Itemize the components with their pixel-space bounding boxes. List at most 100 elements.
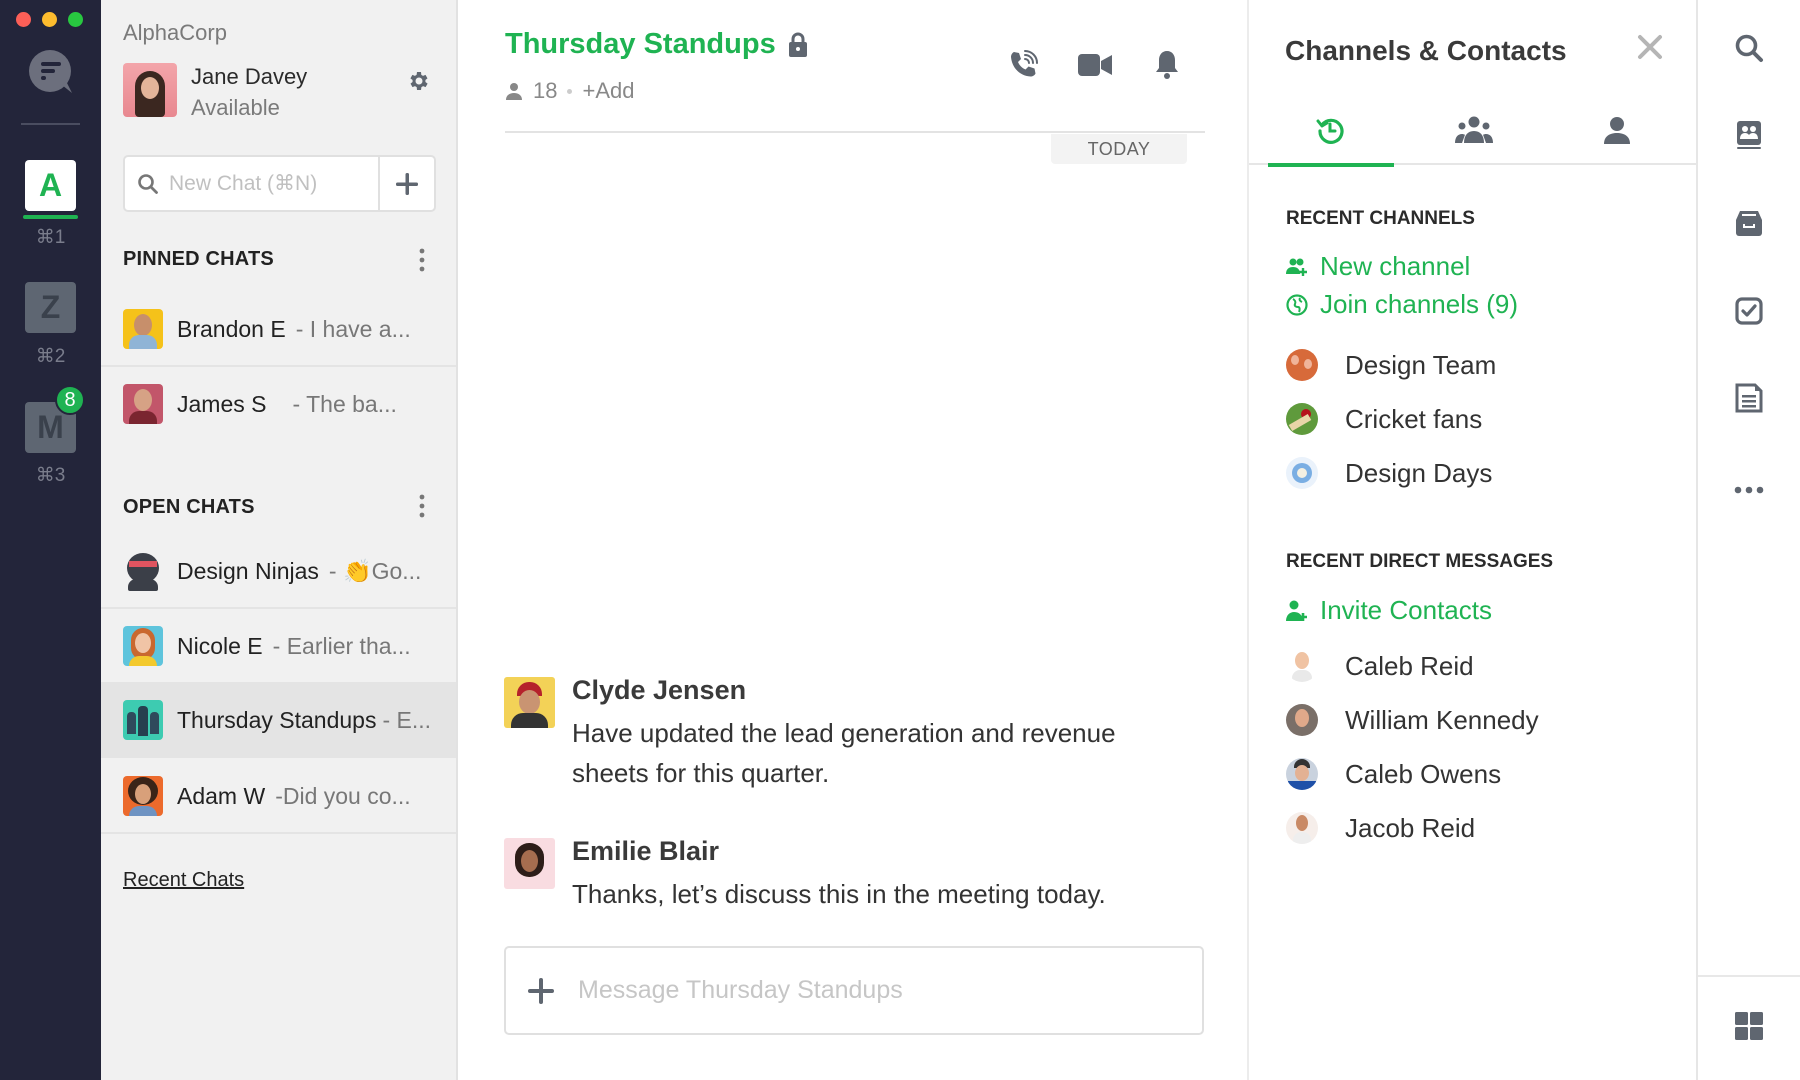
chat-preview: - E...	[382, 706, 432, 733]
app-logo-icon[interactable]	[28, 49, 74, 95]
pinned-chat-brandon[interactable]: Brandon E - I have a...	[101, 293, 456, 367]
workspace-a-shortcut: ⌘1	[35, 227, 66, 248]
contact-item[interactable]: Caleb Reid	[1286, 650, 1474, 682]
checkbox-tasks-icon	[1735, 297, 1763, 325]
chat-preview: - Earlier tha...	[272, 632, 411, 659]
tab-groups[interactable]	[1411, 95, 1537, 165]
open-chat-adam[interactable]: Adam W -Did you co...	[101, 760, 456, 834]
tab-contacts[interactable]	[1554, 95, 1680, 165]
message-composer	[504, 946, 1204, 1035]
member-count[interactable]: 18	[533, 78, 557, 104]
bell-icon	[1156, 51, 1178, 79]
tasks-button[interactable]	[1731, 293, 1767, 329]
recent-chats-link[interactable]: Recent Chats	[123, 869, 244, 892]
org-name: AlphaCorp	[123, 20, 227, 45]
add-members-button[interactable]: +Add	[582, 78, 634, 104]
add-group-icon	[1286, 258, 1307, 276]
pinned-chat-james[interactable]: James S - The ba...	[101, 367, 456, 441]
search-icon	[138, 173, 158, 194]
minimize-window-button[interactable]	[42, 12, 57, 27]
user-avatar[interactable]	[123, 63, 177, 117]
tab-recent[interactable]	[1268, 95, 1394, 167]
workspace-rail: A ⌘1 Z ⌘2 M 8 ⌘3	[0, 0, 101, 1080]
close-window-button[interactable]	[16, 12, 31, 27]
chat-name: Nicole E	[177, 632, 263, 659]
more-apps-button[interactable]	[1731, 472, 1767, 508]
recent-channel-item[interactable]: Design Team	[1286, 349, 1496, 381]
contact-name: Jacob Reid	[1345, 812, 1476, 843]
new-chat-field[interactable]	[125, 157, 380, 210]
app-grid-button[interactable]	[1731, 1008, 1767, 1044]
chat-preview: - I have a...	[295, 315, 411, 342]
search-icon	[1735, 34, 1763, 62]
workspace-m-shortcut: ⌘3	[35, 465, 66, 486]
workspace-z[interactable]: Z	[25, 282, 76, 333]
pinned-chats-menu-icon[interactable]	[419, 248, 425, 272]
message-author[interactable]: Emilie Blair	[572, 836, 719, 867]
archive-drawer-icon	[1736, 211, 1762, 236]
clyde-avatar[interactable]	[504, 677, 555, 728]
recent-channel-item[interactable]: Design Days	[1286, 457, 1492, 489]
lock-icon	[788, 32, 807, 57]
design-team-avatar	[1286, 349, 1318, 381]
open-chat-design-ninjas[interactable]: Design Ninjas - 👏Go...	[101, 535, 456, 609]
message: Emilie Blair Thanks, let’s discuss this …	[504, 836, 1194, 918]
global-search-button[interactable]	[1731, 30, 1767, 66]
close-icon[interactable]	[1637, 34, 1663, 60]
grid-icon	[1735, 1012, 1763, 1040]
active-workspace-indicator	[23, 215, 78, 219]
join-channels-button[interactable]: Join channels (9)	[1286, 289, 1518, 320]
call-button[interactable]	[1006, 48, 1040, 82]
recent-channels-heading: RECENT CHANNELS	[1286, 208, 1475, 229]
design-days-avatar	[1286, 457, 1318, 489]
video-camera-icon	[1078, 54, 1112, 76]
pinned-chats-heading: PINNED CHATS	[123, 248, 274, 270]
rail-divider	[21, 123, 80, 125]
contact-item[interactable]: William Kennedy	[1286, 704, 1539, 736]
invite-contacts-button[interactable]: Invite Contacts	[1286, 595, 1492, 626]
message-author[interactable]: Clyde Jensen	[572, 675, 746, 706]
window-controls	[16, 12, 83, 27]
plus-icon	[396, 172, 418, 195]
channel-meta: 18 +Add	[505, 78, 634, 104]
channel-title[interactable]: Thursday Standups	[505, 28, 776, 61]
message-text: Thanks, let’s discuss this in the meetin…	[572, 879, 1106, 909]
add-chat-button[interactable]	[380, 157, 434, 210]
tools-rail	[1698, 0, 1800, 1080]
caleb-owens-avatar	[1286, 758, 1318, 790]
attach-plus-icon[interactable]	[526, 976, 556, 1006]
user-status[interactable]: Available	[191, 95, 280, 121]
meta-separator	[567, 88, 573, 94]
notes-button[interactable]	[1731, 380, 1767, 416]
message-input[interactable]	[578, 976, 1178, 1005]
add-person-icon	[1286, 600, 1307, 621]
open-chat-nicole[interactable]: Nicole E - Earlier tha...	[101, 610, 456, 684]
open-chats-menu-icon[interactable]	[419, 494, 425, 518]
open-chat-thursday-standups[interactable]: Thursday Standups - E...	[101, 684, 456, 758]
document-icon	[1735, 383, 1763, 413]
chat-name: James S	[177, 390, 267, 417]
recent-channel-item[interactable]: Cricket fans	[1286, 403, 1482, 435]
contact-item[interactable]: Caleb Owens	[1286, 758, 1501, 790]
emilie-avatar[interactable]	[504, 838, 555, 889]
settings-gear-icon[interactable]	[407, 69, 431, 93]
william-kennedy-avatar	[1286, 704, 1318, 736]
channel-header: Thursday Standups	[505, 28, 808, 61]
notifications-button[interactable]	[1150, 48, 1184, 82]
new-chat-input[interactable]	[169, 171, 359, 196]
maximize-window-button[interactable]	[68, 12, 83, 27]
workspace-z-shortcut: ⌘2	[35, 346, 66, 367]
new-channel-label: New channel	[1320, 251, 1471, 281]
archive-button[interactable]	[1731, 205, 1767, 241]
panel-tabs	[1249, 95, 1698, 167]
video-call-button[interactable]	[1078, 48, 1112, 82]
new-chat-search	[123, 155, 436, 212]
chat-main: Thursday Standups 18 +Add TODAY Clyde Je…	[458, 0, 1247, 1080]
join-channels-label: Join channels (9)	[1320, 289, 1518, 319]
jacob-reid-avatar	[1286, 812, 1318, 844]
contact-item[interactable]: Jacob Reid	[1286, 812, 1475, 844]
contacts-book-button[interactable]	[1731, 117, 1767, 153]
new-channel-button[interactable]: New channel	[1286, 251, 1470, 282]
recent-dm-heading: RECENT DIRECT MESSAGES	[1286, 551, 1554, 572]
workspace-a[interactable]: A	[25, 160, 76, 211]
